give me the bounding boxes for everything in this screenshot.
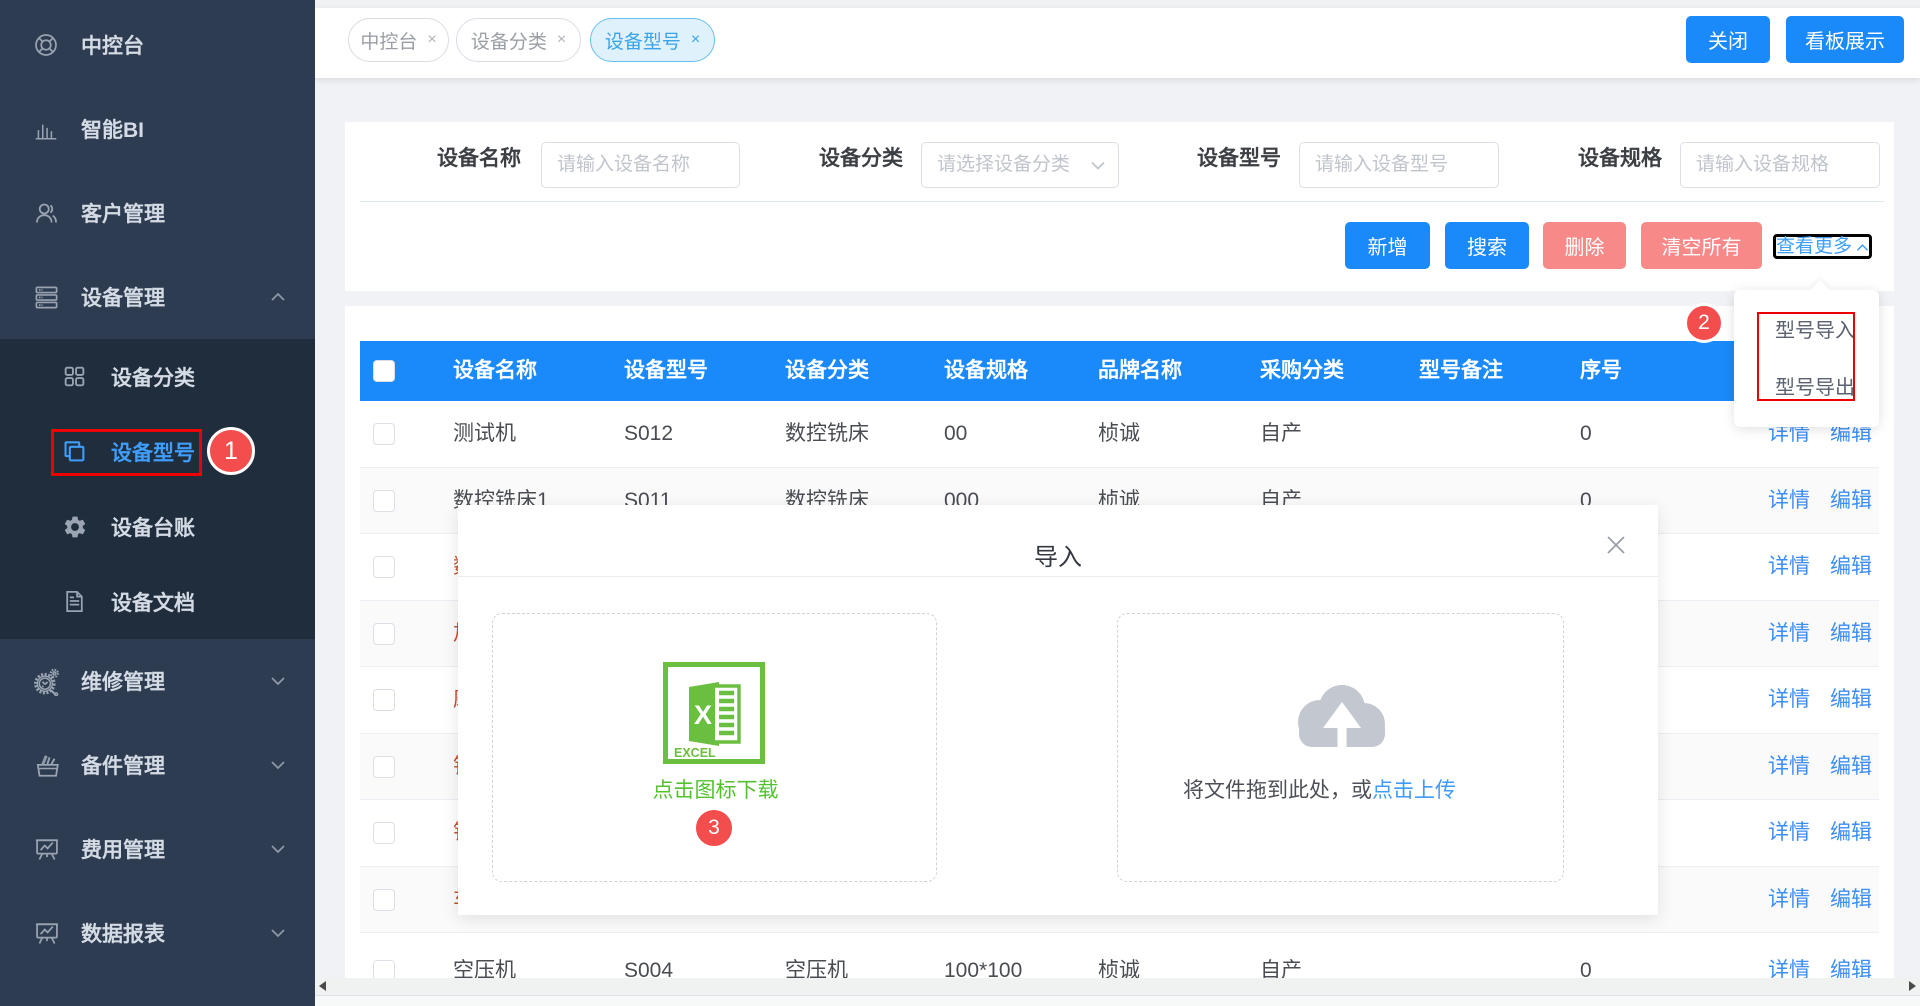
svg-text:EXCEL: EXCEL [674, 746, 716, 760]
svg-text:X: X [694, 700, 712, 730]
